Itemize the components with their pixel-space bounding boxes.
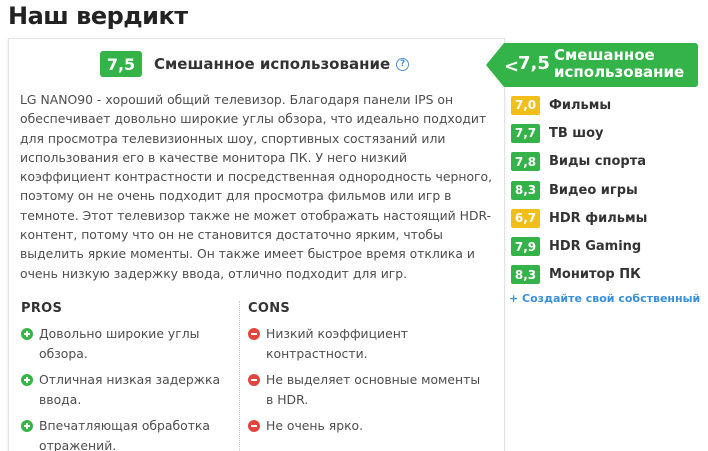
score-badge: 6,7 [511,208,540,228]
plus-circle-icon [21,374,33,386]
verdict-score-badge: 7,5 [100,51,142,77]
sidebar-item-label: HDR фильмы [549,210,648,226]
score-badge: 8,3 [511,265,540,285]
pros-item-text: Довольно широкие углы обзора. [39,326,200,361]
cons-item: Низкий коэффициент контрастности. [248,324,488,363]
pros-item: Довольно широкие углы обзора. [21,324,231,363]
cons-item-text: Не выделяет основные моменты в HDR. [266,372,481,407]
verdict-card: 7,5 Смешанное использование ? LG NANO90 … [8,38,505,451]
cons-item-text: Низкий коэффициент контрастности. [266,326,409,361]
cons-column: CONS Низкий коэффициент контрастности. Н… [248,301,488,443]
cons-item: Не выделяет основные моменты в HDR. [248,370,488,409]
active-tab-body: < 7,5 Смешанное использование [504,43,698,87]
sidebar-item-hdr-movies[interactable]: 6,7 HDR фильмы [511,204,701,232]
verdict-label: Смешанное использование [154,55,391,73]
score-badge: 7,7 [511,123,540,143]
sidebar-item-mixed-usage[interactable]: < 7,5 Смешанное использование [486,43,698,87]
minus-circle-icon [248,374,260,386]
verdict-description: LG NANO90 - хороший общий телевизор. Бла… [20,92,493,281]
sidebar-item-label: Фильмы [549,97,612,113]
cons-item-text: Не очень ярко. [266,418,364,433]
sidebar-item-label: ТВ шоу [549,125,604,141]
pros-item-text: Впечатляющая обработка отражений. [39,418,211,451]
sidebar-item-label: HDR Gaming [549,239,642,255]
sidebar-item-sports[interactable]: 7,8 Виды спорта [511,148,701,176]
pros-item: Отличная низкая задержка ввода. [21,370,231,409]
plus-circle-icon [21,420,33,432]
minus-circle-icon [248,328,260,340]
page-title: Наш вердикт [8,2,188,30]
plus-circle-icon [21,328,33,340]
active-arrow [486,43,504,87]
sidebar-item-label: Монитор ПК [549,267,641,283]
active-label: Смешанное использование [554,46,685,81]
help-icon[interactable]: ? [396,57,410,71]
cons-item: Не очень ярко. [248,416,488,436]
score-badge: 7,0 [511,95,540,115]
cons-title: CONS [248,301,291,316]
column-divider [239,301,240,451]
score-badge: 7,8 [511,152,540,172]
pros-column: PROS Довольно широкие углы обзора. Отлич… [21,301,231,451]
verdict-header: 7,5 Смешанное использование ? [100,51,410,77]
score-badge: 8,3 [511,180,540,200]
active-score: 7,5 [518,53,550,74]
sidebar-item-tv-shows[interactable]: 7,7 ТВ шоу [511,119,701,147]
score-badge: 7,9 [511,237,540,257]
sidebar-item-movies[interactable]: 7,0 Фильмы [511,91,701,119]
minus-circle-icon [248,420,260,432]
sidebar-item-pc-monitor[interactable]: 8,3 Монитор ПК [511,261,701,289]
sidebar-usage-list: 7,0 Фильмы 7,7 ТВ шоу 7,8 Виды спорта 8,… [511,91,701,289]
pros-cons: PROS Довольно широкие углы обзора. Отлич… [9,301,504,451]
pros-title: PROS [21,301,63,316]
pros-item-text: Отличная низкая задержка ввода. [39,372,221,407]
sidebar-item-video-games[interactable]: 8,3 Видео игры [511,176,701,204]
sidebar-item-hdr-gaming[interactable]: 7,9 HDR Gaming [511,232,701,260]
sidebar-item-label: Виды спорта [549,154,647,170]
chevron-left-icon: < [504,56,520,77]
create-your-own-link[interactable]: + Создайте свой собственный [509,292,700,305]
pros-item: Впечатляющая обработка отражений. [21,416,231,451]
verdict-section: Наш вердикт 7,5 Смешанное использование … [0,0,708,451]
sidebar-item-label: Видео игры [549,182,638,198]
